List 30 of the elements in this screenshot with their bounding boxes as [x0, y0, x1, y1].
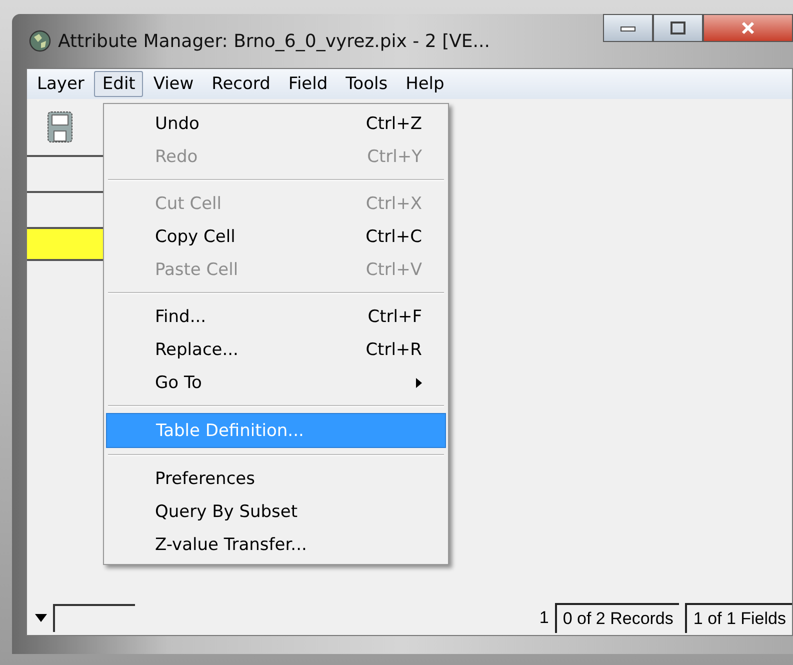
- menu-item[interactable]: View: [145, 71, 202, 97]
- minimize-button[interactable]: [603, 14, 653, 42]
- menu-item[interactable]: Tools: [338, 71, 396, 97]
- globe-icon: [28, 29, 52, 53]
- menu-entry[interactable]: Query By Subset: [106, 495, 446, 528]
- menu-entry[interactable]: Z-value Transfer...: [106, 528, 446, 561]
- close-icon: [740, 21, 756, 35]
- record-number: 1: [539, 608, 549, 628]
- fields-count: 1 of 1 Fields: [685, 603, 792, 633]
- menu-item[interactable]: Field: [280, 71, 336, 97]
- input-field[interactable]: [53, 604, 135, 632]
- menu-entry[interactable]: Find... Ctrl+F: [106, 300, 446, 333]
- menu-item[interactable]: Record: [204, 71, 278, 97]
- menu-item[interactable]: Help: [398, 71, 452, 97]
- close-button[interactable]: [703, 14, 793, 42]
- records-count: 0 of 2 Records: [554, 603, 680, 633]
- menu-entry[interactable]: Undo Ctrl+Z: [106, 107, 446, 140]
- submenu-arrow-icon: [416, 378, 422, 388]
- window-title: Attribute Manager: Brno_6_0_vyrez.pix - 2 [VE...: [58, 30, 490, 52]
- maximize-icon: [670, 21, 686, 35]
- menu-entry[interactable]: Copy Cell Ctrl+C: [106, 220, 446, 253]
- save-icon[interactable]: [47, 111, 73, 143]
- dropdown-arrow-icon[interactable]: [35, 614, 47, 622]
- menu-item[interactable]: Layer: [29, 71, 92, 97]
- maximize-button[interactable]: [653, 14, 703, 42]
- menu-entry[interactable]: Go To: [106, 366, 446, 399]
- minimize-icon: [620, 24, 636, 32]
- menu-entry[interactable]: Preferences: [106, 462, 446, 495]
- menu-item[interactable]: Edit: [94, 71, 144, 97]
- menu-entry[interactable]: Replace... Ctrl+R: [106, 333, 446, 366]
